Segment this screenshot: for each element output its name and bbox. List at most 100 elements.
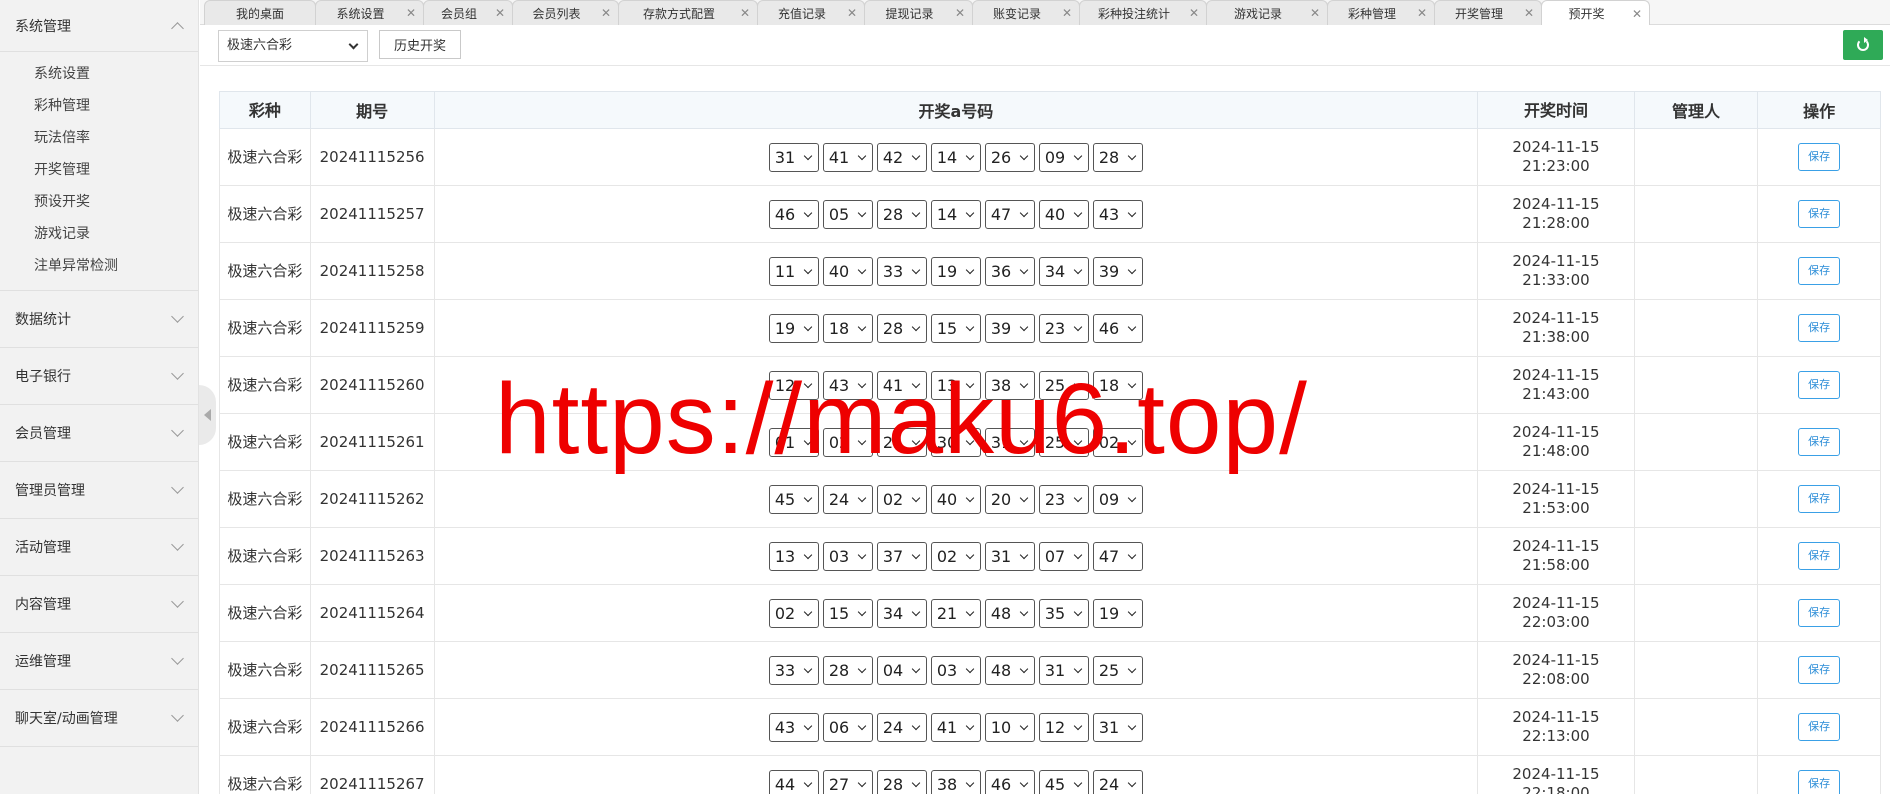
number-select[interactable]: 06 [822,712,873,742]
number-select[interactable]: 23 [1038,313,1089,343]
number-select[interactable]: 45 [1038,769,1089,794]
tab[interactable]: 提现记录 ✕ [864,0,973,25]
number-select[interactable]: 05 [822,199,873,229]
number-select[interactable]: 46 [1092,313,1143,343]
number-select[interactable]: 25 [1092,655,1143,685]
number-select[interactable]: 02 [930,541,981,571]
tab[interactable]: 会员列表 ✕ [512,0,619,25]
number-select[interactable]: 01 [768,427,819,457]
number-select[interactable]: 10 [984,712,1035,742]
tab[interactable]: 会员组 ✕ [423,0,513,25]
number-select[interactable]: 28 [876,199,927,229]
number-select[interactable]: 28 [876,769,927,794]
close-icon[interactable]: ✕ [847,6,857,20]
save-button[interactable]: 保存 [1798,200,1841,228]
save-button[interactable]: 保存 [1798,257,1841,285]
sidebar-item[interactable]: 开奖管理 [0,154,198,186]
number-select[interactable]: 09 [1092,484,1143,514]
save-button[interactable]: 保存 [1798,314,1841,342]
sidebar-item[interactable]: 系统设置 [0,58,198,90]
number-select[interactable]: 25 [1038,427,1089,457]
tab[interactable]: 彩种管理 ✕ [1327,0,1435,25]
number-select[interactable]: 35 [1038,598,1089,628]
number-select[interactable]: 33 [876,256,927,286]
menu-group-header[interactable]: 电子银行 [0,348,198,404]
number-select[interactable]: 39 [984,313,1035,343]
save-button[interactable]: 保存 [1798,428,1841,456]
save-button[interactable]: 保存 [1798,371,1841,399]
number-select[interactable]: 47 [1092,541,1143,571]
number-select[interactable]: 28 [876,313,927,343]
number-select[interactable]: 02 [768,598,819,628]
number-select[interactable]: 03 [930,655,981,685]
save-button[interactable]: 保存 [1798,713,1841,741]
sidebar-item[interactable]: 彩种管理 [0,90,198,122]
number-select[interactable]: 36 [984,256,1035,286]
number-select[interactable]: 31 [984,427,1035,457]
tab[interactable]: 我的桌面 [204,0,316,25]
save-button[interactable]: 保存 [1798,656,1841,684]
save-button[interactable]: 保存 [1798,542,1841,570]
number-select[interactable]: 25 [1038,370,1089,400]
number-select[interactable]: 40 [822,256,873,286]
number-select[interactable]: 42 [876,142,927,172]
number-select[interactable]: 47 [984,199,1035,229]
save-button[interactable]: 保存 [1798,143,1841,171]
number-select[interactable]: 02 [1092,427,1143,457]
number-select[interactable]: 26 [984,142,1035,172]
close-icon[interactable]: ✕ [740,6,750,20]
number-select[interactable]: 23 [1038,484,1089,514]
number-select[interactable]: 43 [1092,199,1143,229]
number-select[interactable]: 19 [930,256,981,286]
number-select[interactable]: 48 [984,598,1035,628]
refresh-button[interactable] [1843,30,1883,60]
tab[interactable]: 账变记录 ✕ [972,0,1080,25]
number-select[interactable]: 02 [822,427,873,457]
number-select[interactable]: 14 [930,199,981,229]
number-select[interactable]: 41 [822,142,873,172]
number-select[interactable]: 15 [930,313,981,343]
number-select[interactable]: 18 [822,313,873,343]
tab[interactable]: 预开奖 ✕ [1541,0,1650,26]
number-select[interactable]: 19 [768,313,819,343]
close-icon[interactable]: ✕ [1310,6,1320,20]
menu-group-header[interactable]: 活动管理 [0,519,198,575]
number-select[interactable]: 24 [822,484,873,514]
number-select[interactable]: 45 [768,484,819,514]
number-select[interactable]: 44 [768,769,819,794]
number-select[interactable]: 41 [930,712,981,742]
number-select[interactable]: 34 [876,598,927,628]
save-button[interactable]: 保存 [1798,599,1841,627]
number-select[interactable]: 02 [876,484,927,514]
tab[interactable]: 游戏记录 ✕ [1206,0,1328,25]
tab[interactable]: 系统设置 ✕ [315,0,424,25]
number-select[interactable]: 31 [1038,655,1089,685]
number-select[interactable]: 20 [984,484,1035,514]
number-select[interactable]: 31 [768,142,819,172]
history-draw-button[interactable]: 历史开奖 [379,30,461,59]
close-icon[interactable]: ✕ [1632,7,1642,21]
menu-group-header[interactable]: 管理员管理 [0,462,198,518]
number-select[interactable]: 24 [876,712,927,742]
sidebar-item[interactable]: 玩法倍率 [0,122,198,154]
number-select[interactable]: 48 [984,655,1035,685]
number-select[interactable]: 15 [822,598,873,628]
number-select[interactable]: 33 [768,655,819,685]
number-select[interactable]: 13 [768,541,819,571]
number-select[interactable]: 37 [876,541,927,571]
sidebar-item[interactable]: 注单异常检测 [0,250,198,282]
number-select[interactable]: 40 [930,484,981,514]
number-select[interactable]: 21 [876,427,927,457]
number-select[interactable]: 31 [984,541,1035,571]
number-select[interactable]: 07 [1038,541,1089,571]
close-icon[interactable]: ✕ [495,6,505,20]
lottery-type-select[interactable]: 极速六合彩 [218,30,368,62]
number-select[interactable]: 38 [930,769,981,794]
close-icon[interactable]: ✕ [955,6,965,20]
number-select[interactable]: 11 [768,256,819,286]
number-select[interactable]: 28 [1092,142,1143,172]
menu-group-header[interactable]: 内容管理 [0,576,198,632]
number-select[interactable]: 24 [1092,769,1143,794]
number-select[interactable]: 31 [1092,712,1143,742]
number-select[interactable]: 43 [822,370,873,400]
